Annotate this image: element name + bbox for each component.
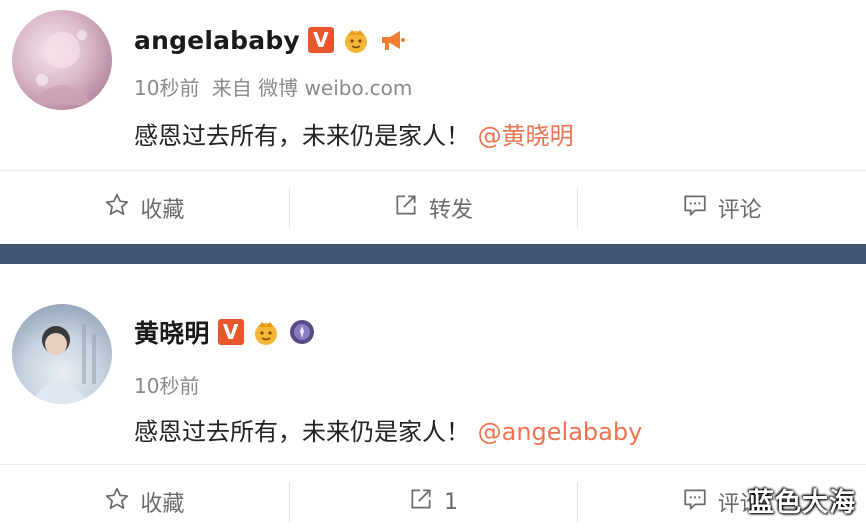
weibo-post: angelababy V 10秒前 来自 微博 weibo.com 感恩过去所有… (0, 0, 866, 242)
section-separator (0, 244, 866, 264)
username[interactable]: 黄晓明 (134, 314, 210, 350)
username[interactable]: angelababy (134, 26, 300, 55)
post-source[interactable]: 来自 微博 weibo.com (212, 76, 413, 100)
mention-link[interactable]: @黄晓明 (478, 122, 574, 150)
vip-crown-icon (342, 26, 370, 54)
repost-icon (408, 486, 434, 518)
comment-label: 评论 (717, 198, 762, 223)
name-row: angelababy V (134, 20, 406, 60)
avatar[interactable] (12, 304, 112, 404)
divider (0, 464, 866, 465)
comment-icon (682, 192, 708, 224)
comment-icon (682, 486, 708, 518)
favorite-button[interactable]: 收藏 (0, 470, 289, 529)
post-text: 感恩过去所有，未来仍是家人！ (134, 418, 470, 446)
repost-button[interactable]: 转发 (288, 176, 578, 240)
comment-button[interactable]: 评论 (577, 176, 866, 240)
repost-button[interactable]: 1 (288, 470, 578, 529)
star-icon (104, 486, 130, 518)
post-content: 感恩过去所有，未来仍是家人！ @黄晓明 (134, 116, 574, 151)
weibo-post: 黄晓明 V 10秒前 感恩过去所有，未来仍是家人！ @angelababy 收藏… (0, 270, 866, 529)
verified-badge: V (307, 27, 334, 53)
vip-crown-icon (252, 318, 280, 346)
post-content: 感恩过去所有，未来仍是家人！ @angelababy (134, 412, 642, 447)
name-row: 黄晓明 V (134, 312, 316, 352)
post-time: 10秒前 (134, 76, 200, 100)
star-icon (104, 192, 130, 224)
favorite-button[interactable]: 收藏 (0, 176, 289, 240)
medal-icon (288, 318, 316, 346)
megaphone-icon (378, 26, 406, 54)
action-bar: 收藏 转发 评论 (0, 176, 866, 240)
repost-count: 1 (444, 489, 458, 515)
post-time: 10秒前 (134, 374, 200, 398)
repost-icon (393, 192, 419, 224)
verified-badge: V (217, 319, 244, 345)
repost-label: 转发 (429, 198, 474, 223)
weibo-feed: angelababy V 10秒前 来自 微博 weibo.com 感恩过去所有… (0, 0, 866, 529)
mention-link[interactable]: @angelababy (478, 418, 643, 446)
divider (0, 170, 866, 171)
watermark: 蓝色大海 (747, 488, 856, 518)
post-text: 感恩过去所有，未来仍是家人！ (134, 122, 470, 150)
post-meta: 10秒前 来自 微博 weibo.com (134, 72, 412, 101)
favorite-label: 收藏 (140, 198, 185, 223)
favorite-label: 收藏 (140, 492, 185, 517)
action-bar: 收藏 1 评论 (0, 470, 866, 529)
post-meta: 10秒前 (134, 370, 199, 399)
avatar[interactable] (12, 10, 112, 110)
